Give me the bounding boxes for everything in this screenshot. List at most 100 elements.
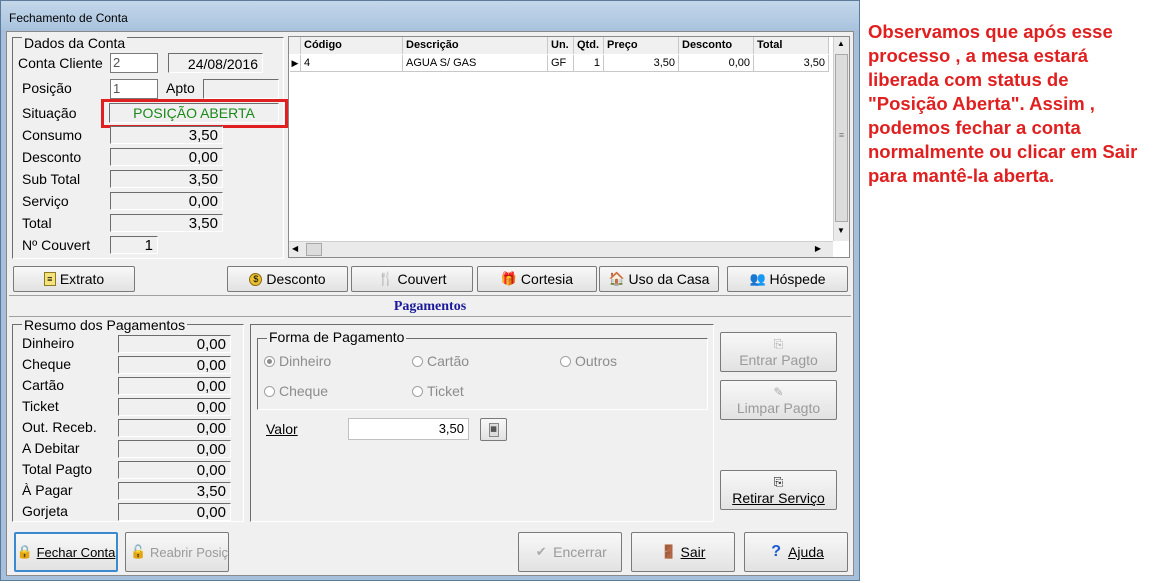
reabrir-posicao-button[interactable]: 🔓 Reabrir Posiçã: [125, 532, 229, 572]
radio-outros-dot: [560, 355, 571, 367]
pagamentos-title-bar: Pagamentos: [9, 295, 851, 317]
resumo-label-0: Dinheiro: [22, 335, 75, 351]
cutlery-icon: 🍴: [377, 271, 394, 286]
subtotal-value: 3,50: [110, 170, 223, 188]
servico-value: 0,00: [110, 192, 223, 210]
radio-outros[interactable]: Outros: [560, 353, 617, 369]
retirar-servico-label: Retirar Serviço: [732, 490, 825, 506]
limpar-pagto-button[interactable]: ✎ Limpar Pagto: [720, 380, 837, 420]
ajuda-label: Ajuda: [788, 544, 824, 560]
fechar-conta-button[interactable]: 🔒 Fechar Conta: [14, 532, 118, 572]
cortesia-button[interactable]: 🎁 Cortesia: [477, 266, 597, 292]
entrar-pagto-button[interactable]: ⎘ Entrar Pagto: [720, 332, 837, 372]
window-title: Fechamento de Conta: [9, 11, 128, 25]
grid-header-preco: Preço: [604, 37, 679, 54]
coin-icon: $: [249, 272, 263, 286]
grid-cell-un[interactable]: GF: [548, 55, 574, 72]
check-icon: ✔: [535, 544, 547, 559]
couvert-count-label: Nº Couvert: [22, 237, 91, 253]
calculator-button[interactable]: ▦: [480, 418, 507, 441]
radio-cartao-dot: [412, 355, 423, 367]
lock-icon: 🔒: [16, 544, 33, 559]
guest-icon: 👥: [749, 271, 766, 286]
situacao-field: POSIÇÃO ABERTA: [109, 103, 279, 123]
resumo-label-4: Out. Receb.: [22, 419, 97, 435]
retirar-servico-button[interactable]: ⎘ Retirar Serviço: [720, 470, 837, 510]
grid-header-descricao: Descrição: [403, 37, 548, 54]
total-label: Total: [22, 215, 52, 231]
radio-dinheiro[interactable]: Dinheiro: [264, 353, 331, 369]
consumo-label: Consumo: [22, 127, 82, 143]
grid-row-indicator-header: [289, 37, 301, 54]
grid-header-qtd: Qtd.: [574, 37, 604, 54]
extrato-label: Extrato: [59, 271, 105, 287]
help-icon: ?: [771, 543, 781, 560]
grid-vscrollbar[interactable]: ▲ ≡ ▼: [833, 37, 849, 241]
resumo-value-2: 0,00: [118, 377, 231, 395]
conta-cliente-field[interactable]: 2: [110, 53, 158, 73]
grid-cell-codigo[interactable]: 4: [301, 55, 403, 72]
unlock-icon: 🔓: [130, 544, 147, 559]
resumo-value-1: 0,00: [118, 356, 231, 374]
remove-service-icon: ⎘: [773, 475, 784, 489]
conta-cliente-label: Conta Cliente: [18, 55, 103, 71]
extrato-button[interactable]: ≡ Extrato: [13, 266, 135, 292]
grid-cell-descricao[interactable]: AGUA S/ GAS: [403, 55, 548, 72]
hospede-button-label: Hóspede: [769, 271, 826, 287]
couvert-button[interactable]: 🍴 Couvert: [351, 266, 473, 292]
encerrar-button[interactable]: ✔ Encerrar: [518, 532, 622, 572]
broom-icon: ✎: [773, 385, 784, 399]
radio-ticket-label: Ticket: [427, 383, 464, 399]
resumo-label-6: Total Pagto: [22, 461, 93, 477]
grid-cell-total[interactable]: 3,50: [754, 55, 829, 72]
couvert-button-label: Couvert: [397, 271, 447, 287]
posicao-label: Posição: [22, 80, 72, 96]
valor-label: Valor: [266, 421, 298, 437]
scroll-up-icon[interactable]: ▲: [837, 39, 845, 48]
grid-hscroll-thumb[interactable]: [306, 243, 322, 256]
hospede-button[interactable]: 👥 Hóspede: [727, 266, 848, 292]
apto-label: Apto: [166, 80, 195, 96]
resumo-label-1: Cheque: [22, 356, 72, 372]
scroll-left-icon[interactable]: ◀: [292, 244, 298, 253]
dados-conta-label: Dados da Conta: [22, 35, 128, 51]
sair-button[interactable]: 🚪 Sair: [631, 532, 735, 572]
grid-cell-qtd[interactable]: 1: [574, 55, 604, 72]
radio-cheque[interactable]: Cheque: [264, 383, 328, 399]
items-grid[interactable]: Código Descrição Un. Qtd. Preço Desconto…: [288, 36, 850, 258]
grid-cell-desconto[interactable]: 0,00: [679, 55, 754, 72]
radio-ticket-dot: [412, 385, 423, 397]
grid-cell-preco[interactable]: 3,50: [604, 55, 679, 72]
grid-vscroll-thumb[interactable]: ≡: [835, 54, 848, 222]
resumo-value-4: 0,00: [118, 419, 231, 437]
subtotal-label: Sub Total: [22, 171, 81, 187]
desconto-button[interactable]: $ Desconto: [227, 266, 348, 292]
grid-hscrollbar[interactable]: ◀ ▶: [289, 241, 833, 257]
desconto-value: 0,00: [110, 148, 223, 166]
radio-cartao-label: Cartão: [427, 353, 470, 369]
radio-ticket[interactable]: Ticket: [412, 383, 464, 399]
scroll-down-icon[interactable]: ▼: [837, 226, 845, 235]
scroll-right-icon[interactable]: ▶: [815, 244, 821, 253]
forma-pagamento-label: Forma de Pagamento: [267, 329, 407, 345]
grid-header-un: Un.: [548, 37, 574, 54]
radio-cheque-label: Cheque: [279, 383, 329, 399]
uso-da-casa-button[interactable]: 🏠 Uso da Casa: [599, 266, 719, 292]
grid-header-codigo: Código: [301, 37, 403, 54]
total-value: 3,50: [110, 214, 223, 232]
resumo-value-3: 0,00: [118, 398, 231, 416]
valor-input[interactable]: 3,50: [348, 418, 469, 440]
radio-dinheiro-label: Dinheiro: [279, 353, 332, 369]
resumo-label-5: A Debitar: [22, 440, 80, 456]
radio-cartao[interactable]: Cartão: [412, 353, 469, 369]
fechar-conta-label: Fechar Conta: [36, 544, 116, 560]
couvert-count-value: 1: [110, 236, 158, 254]
resumo-label-3: Ticket: [22, 398, 59, 414]
gift-icon: 🎁: [500, 271, 518, 286]
pagamentos-title: Pagamentos: [393, 299, 467, 314]
title-bar[interactable]: Fechamento de Conta: [1, 1, 859, 30]
ajuda-button[interactable]: ? Ajuda: [744, 532, 848, 572]
radio-outros-label: Outros: [575, 353, 618, 369]
posicao-field[interactable]: 1: [110, 79, 158, 99]
calculator-icon: ▦: [488, 422, 499, 437]
